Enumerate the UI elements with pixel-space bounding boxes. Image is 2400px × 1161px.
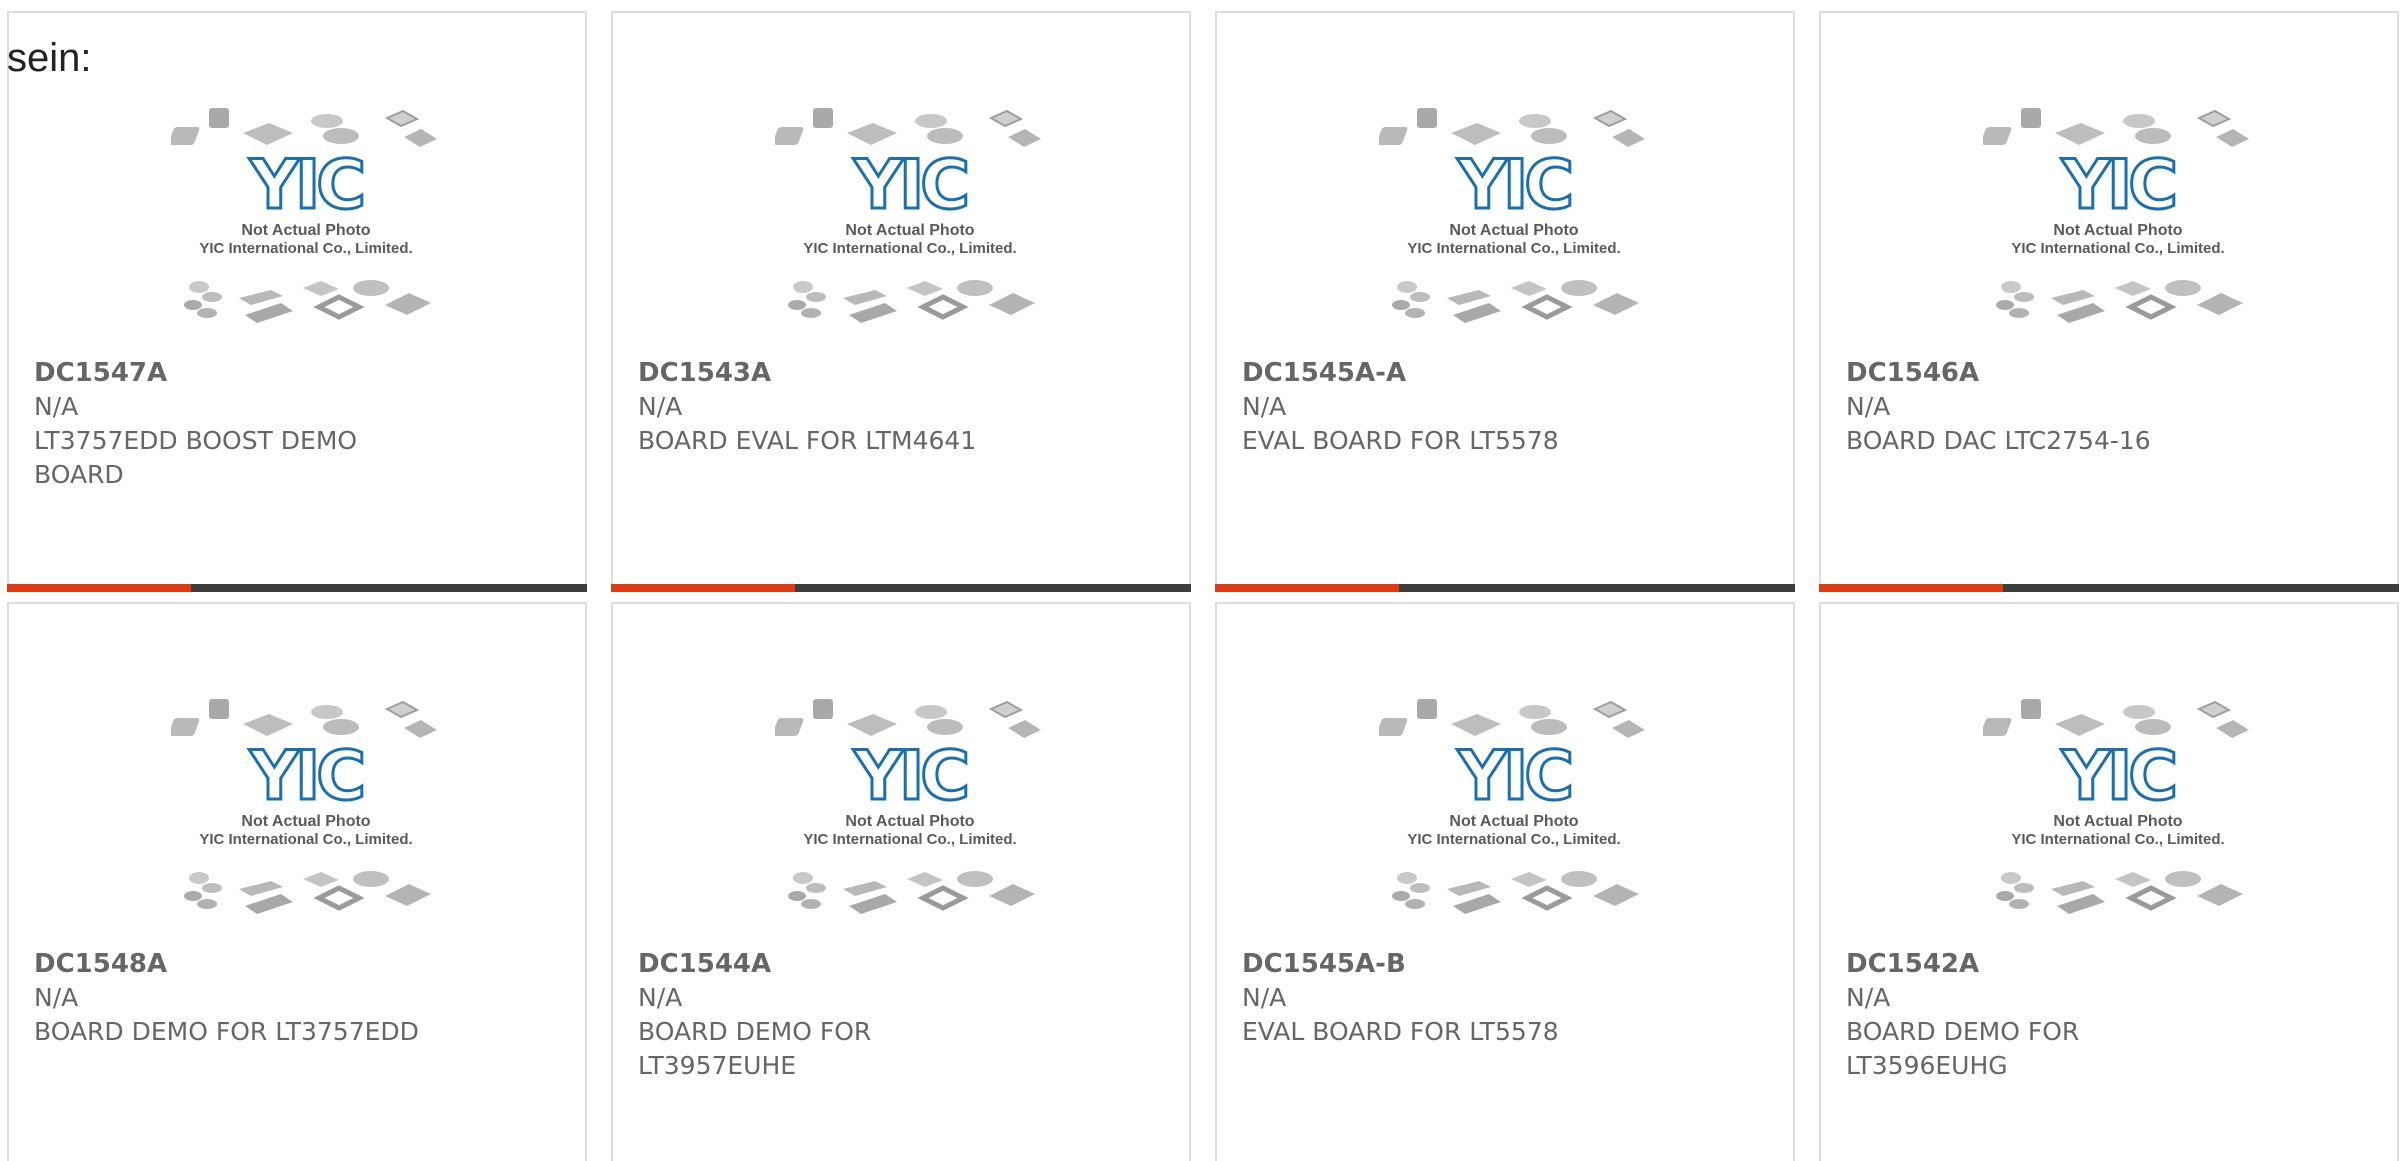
placeholder-image[interactable]: YICNot Actual PhotoYIC International Co.… xyxy=(171,694,441,944)
placeholder-company: YIC International Co., Limited. xyxy=(803,831,1016,848)
placeholder-caption: Not Actual Photo xyxy=(1449,813,1578,830)
description: EVAL BOARD FOR LT5578 xyxy=(1242,426,1559,455)
product-info: DC1545A-A N/A EVAL BOARD FOR LT5578 xyxy=(1242,356,1633,458)
product-card[interactable]: YIC Not Actual Photo YIC International Co.… xyxy=(7,602,587,1161)
part-number[interactable]: DC1544A xyxy=(638,947,1029,981)
chip-graphic xyxy=(171,699,437,738)
part-number[interactable]: DC1545A-A xyxy=(1242,356,1633,390)
part-number[interactable]: DC1546A xyxy=(1846,356,2237,390)
logo-text: YIC xyxy=(1457,146,1571,225)
description: BOARD DAC LTC2754-16 xyxy=(1846,426,2151,455)
chip-graphic xyxy=(775,108,1041,147)
placeholder-caption: Not Actual Photo xyxy=(845,222,974,239)
chip-graphic xyxy=(788,280,1035,323)
placeholder-image[interactable]: YICNot Actual PhotoYIC International Co.… xyxy=(171,103,441,353)
description: BOARD DEMO FOR LT3596EUHG xyxy=(1846,1017,2080,1080)
placeholder-image[interactable]: YICNot Actual PhotoYIC International Co.… xyxy=(1379,103,1649,353)
chip-graphic xyxy=(1379,108,1645,147)
section-label: sein: xyxy=(7,36,92,80)
chip-graphic xyxy=(1983,108,2249,147)
chip-graphic xyxy=(1392,280,1639,323)
manufacturer: N/A xyxy=(1846,392,1891,421)
manufacturer: N/A xyxy=(1242,983,1287,1012)
logo-text: YIC xyxy=(2061,737,2175,816)
placeholder-caption: Not Actual Photo xyxy=(845,813,974,830)
product-info: DC1548A N/A BOARD DEMO FOR LT3757EDD xyxy=(34,947,425,1049)
product-card[interactable]: YIC Not Actual Photo YIC International Co.… xyxy=(611,602,1191,1161)
placeholder-caption: Not Actual Photo xyxy=(241,222,370,239)
chip-graphic xyxy=(184,280,431,323)
manufacturer: N/A xyxy=(638,983,683,1012)
placeholder-company: YIC International Co., Limited. xyxy=(1407,240,1620,257)
product-card[interactable]: YIC Not Actual Photo YIC International Co.… xyxy=(1819,602,2399,1161)
placeholder-company: YIC International Co., Limited. xyxy=(803,240,1016,257)
description: BOARD DEMO FOR LT3957EUHE xyxy=(638,1017,872,1080)
logo-text: YIC xyxy=(249,737,363,816)
product-info: DC1547A N/A LT3757EDD BOOST DEMO BOARD xyxy=(34,356,425,492)
description: EVAL BOARD FOR LT5578 xyxy=(1242,1017,1559,1046)
placeholder-company: YIC International Co., Limited. xyxy=(2011,240,2224,257)
part-number[interactable]: DC1543A xyxy=(638,356,1029,390)
placeholder-image[interactable]: YICNot Actual PhotoYIC International Co.… xyxy=(1379,694,1649,944)
product-card[interactable]: YIC Not Actual Photo YIC International Co.… xyxy=(1215,11,1795,592)
placeholder-company: YIC International Co., Limited. xyxy=(1407,831,1620,848)
chip-graphic xyxy=(1996,871,2243,914)
product-card[interactable]: YIC Not Actual Photo YIC International Co.… xyxy=(7,11,587,592)
description: LT3757EDD BOOST DEMO BOARD xyxy=(34,426,358,489)
placeholder-image[interactable]: YICNot Actual PhotoYIC International Co.… xyxy=(775,103,1045,353)
placeholder-company: YIC International Co., Limited. xyxy=(199,240,412,257)
manufacturer: N/A xyxy=(638,392,683,421)
chip-graphic xyxy=(184,871,431,914)
placeholder-image[interactable]: YICNot Actual PhotoYIC International Co.… xyxy=(775,694,1045,944)
manufacturer: N/A xyxy=(34,392,79,421)
chip-graphic xyxy=(171,108,437,147)
placeholder-image[interactable]: YICNot Actual PhotoYIC International Co.… xyxy=(1983,103,2253,353)
logo-text: YIC xyxy=(249,146,363,225)
part-number[interactable]: DC1548A xyxy=(34,947,425,981)
accent-bar xyxy=(7,584,587,592)
manufacturer: N/A xyxy=(1242,392,1287,421)
part-number[interactable]: DC1545A-B xyxy=(1242,947,1633,981)
placeholder-caption: Not Actual Photo xyxy=(241,813,370,830)
chip-graphic xyxy=(775,699,1041,738)
placeholder-image[interactable]: YICNot Actual PhotoYIC International Co.… xyxy=(1983,694,2253,944)
product-grid: YIC Not Actual Photo YIC International Co.… xyxy=(7,11,2399,1161)
logo-text: YIC xyxy=(853,146,967,225)
logo-text: YIC xyxy=(1457,737,1571,816)
placeholder-caption: Not Actual Photo xyxy=(2053,813,2182,830)
manufacturer: N/A xyxy=(34,983,79,1012)
product-info: DC1546A N/A BOARD DAC LTC2754-16 xyxy=(1846,356,2237,458)
chip-graphic xyxy=(1996,280,2243,323)
placeholder-caption: Not Actual Photo xyxy=(1449,222,1578,239)
description: BOARD DEMO FOR LT3757EDD xyxy=(34,1017,419,1046)
accent-bar xyxy=(611,584,1191,592)
description: BOARD EVAL FOR LTM4641 xyxy=(638,426,977,455)
logo-text: YIC xyxy=(2061,146,2175,225)
manufacturer: N/A xyxy=(1846,983,1891,1012)
chip-graphic xyxy=(1983,699,2249,738)
product-info: DC1542A N/A BOARD DEMO FOR LT3596EUHG xyxy=(1846,947,2237,1083)
chip-graphic xyxy=(788,871,1035,914)
chip-graphic xyxy=(1379,699,1645,738)
product-card[interactable]: YIC Not Actual Photo YIC International Co.… xyxy=(1819,11,2399,592)
placeholder-company: YIC International Co., Limited. xyxy=(2011,831,2224,848)
placeholder-caption: Not Actual Photo xyxy=(2053,222,2182,239)
chip-graphic xyxy=(1392,871,1639,914)
accent-bar xyxy=(1819,584,2399,592)
product-card[interactable]: YIC Not Actual Photo YIC International Co.… xyxy=(611,11,1191,592)
placeholder-company: YIC International Co., Limited. xyxy=(199,831,412,848)
product-card[interactable]: YIC Not Actual Photo YIC International Co.… xyxy=(1215,602,1795,1161)
product-info: DC1543A N/A BOARD EVAL FOR LTM4641 xyxy=(638,356,1029,458)
product-info: DC1544A N/A BOARD DEMO FOR LT3957EUHE xyxy=(638,947,1029,1083)
product-info: DC1545A-B N/A EVAL BOARD FOR LT5578 xyxy=(1242,947,1633,1049)
logo-text: YIC xyxy=(853,737,967,816)
accent-bar xyxy=(1215,584,1795,592)
part-number[interactable]: DC1547A xyxy=(34,356,425,390)
part-number[interactable]: DC1542A xyxy=(1846,947,2237,981)
